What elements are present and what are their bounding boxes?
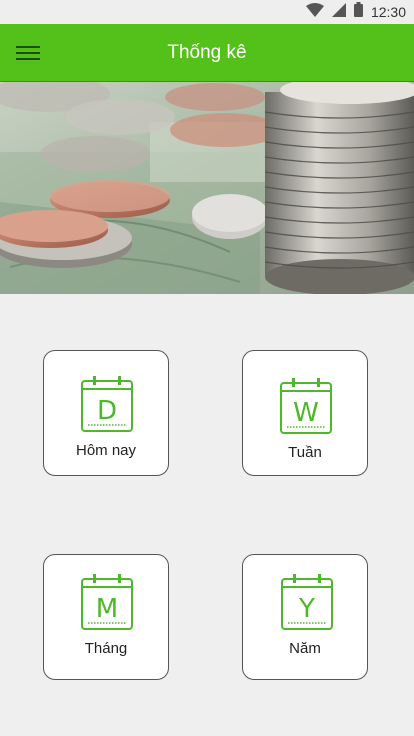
card-label: Tuần (288, 444, 322, 461)
status-bar: 12:30 (0, 0, 414, 24)
banner-image (0, 82, 414, 294)
calendar-month-icon: M (81, 574, 133, 630)
status-time: 12:30 (370, 4, 406, 20)
wifi-icon (305, 2, 324, 22)
calendar-day-icon: D (81, 376, 133, 432)
calendar-week-icon: W (280, 378, 332, 434)
card-letter: Y (298, 594, 315, 624)
battery-icon (353, 2, 363, 22)
cell-signal-icon (331, 2, 346, 22)
card-label: Năm (289, 640, 321, 657)
card-letter: D (97, 396, 117, 426)
card-letter: W (293, 398, 319, 428)
card-today[interactable]: D Hôm nay (43, 350, 169, 476)
page-title: Thống kê (167, 42, 247, 63)
menu-button[interactable] (10, 37, 46, 69)
card-letter: M (96, 594, 118, 624)
hamburger-menu-icon (16, 46, 40, 60)
card-month[interactable]: M Tháng (43, 554, 169, 680)
status-icons: 12:30 (305, 0, 406, 24)
calendar-year-icon: Y (281, 574, 333, 630)
card-year[interactable]: Y Năm (242, 554, 368, 680)
card-label: Hôm nay (75, 442, 137, 459)
app-bar: Thống kê (0, 24, 414, 82)
card-week[interactable]: W Tuần (242, 350, 368, 476)
card-label: Tháng (84, 640, 128, 657)
